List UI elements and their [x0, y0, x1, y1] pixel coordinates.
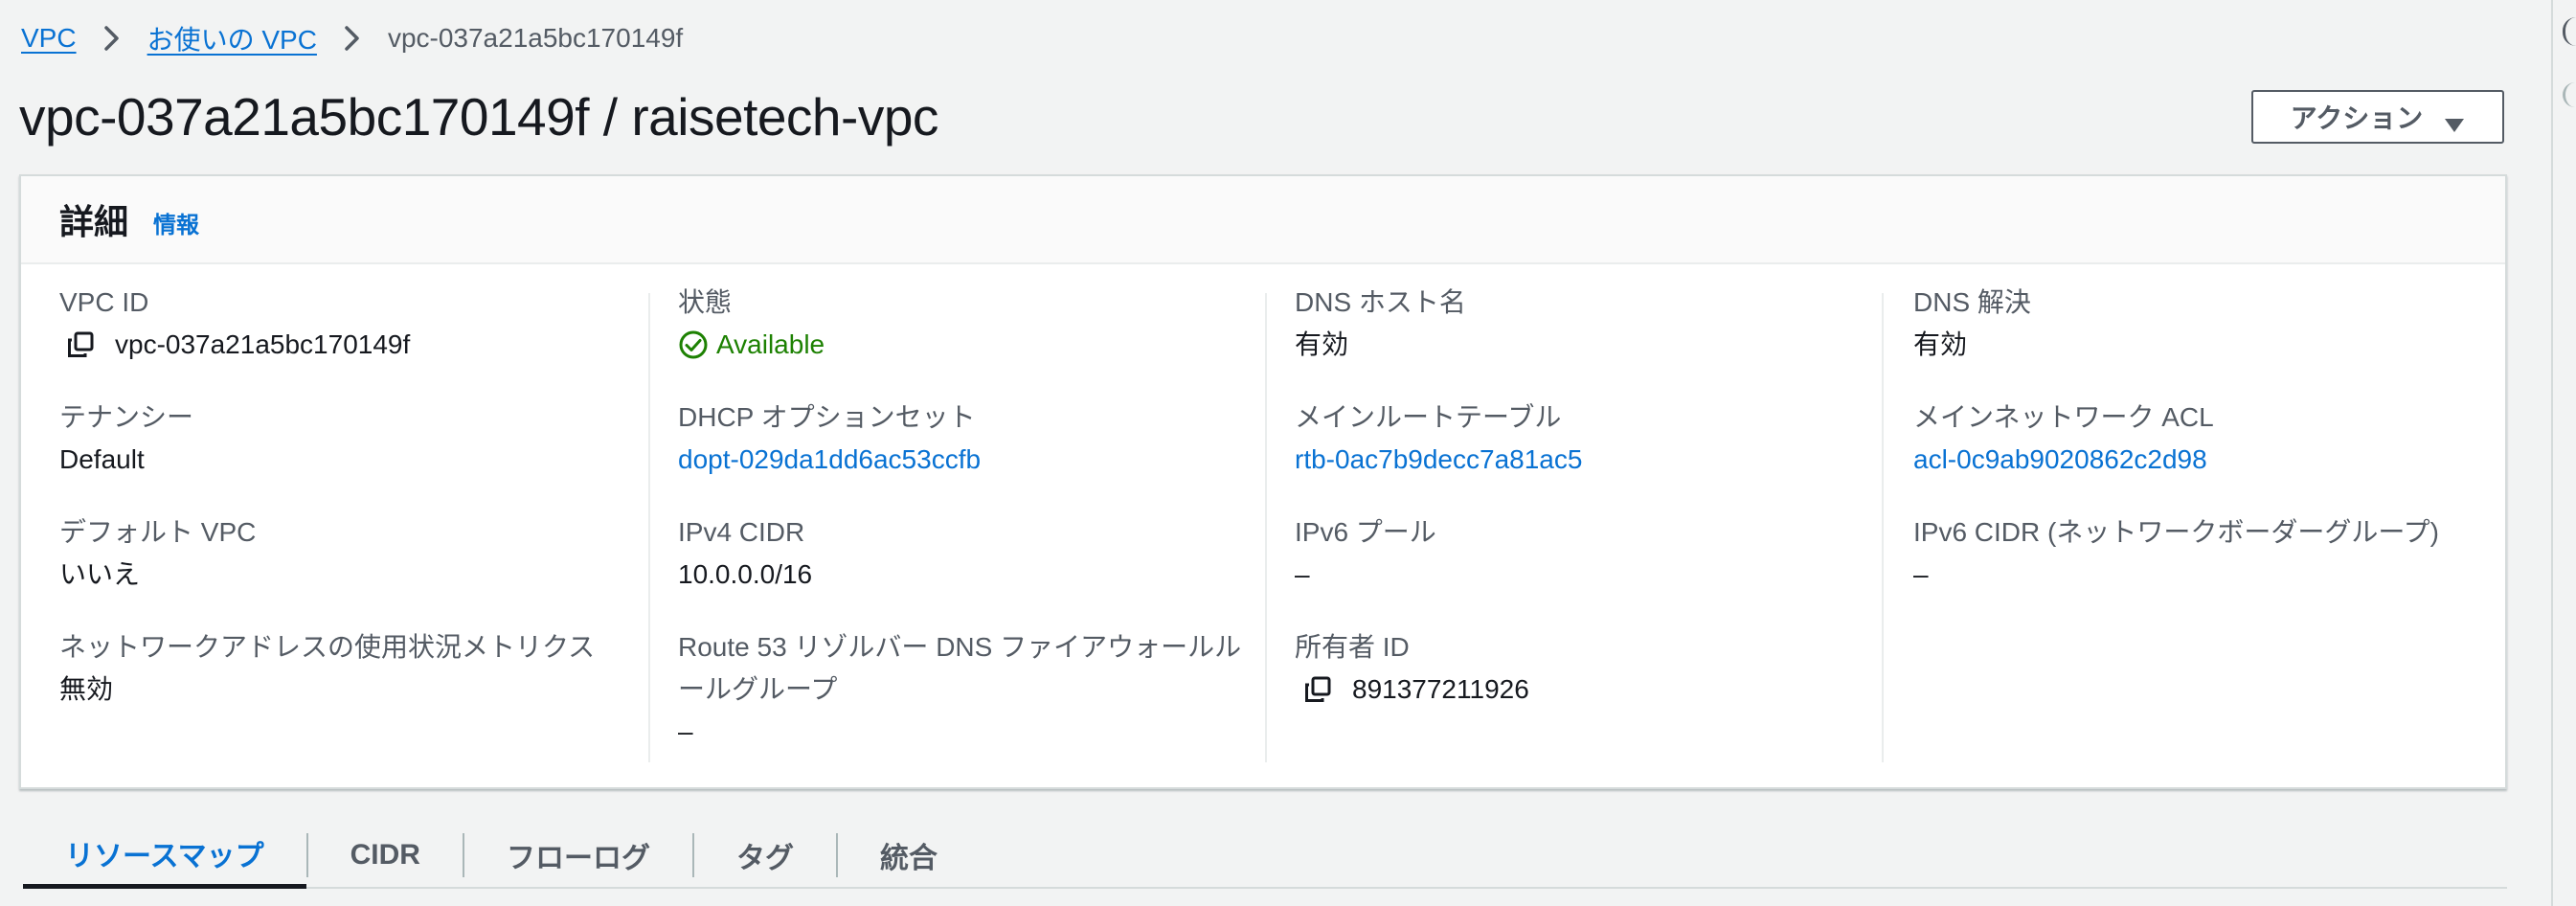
details-column-1: VPC ID vpc-037a21a5bc170149f テナンシー Defau…	[59, 264, 653, 762]
details-title: 詳細	[59, 202, 129, 241]
field-label: 状態	[678, 287, 733, 317]
field-dhcp-option-set: DHCP オプションセット dopt-029da1dd6ac53ccfb	[678, 398, 981, 479]
column-divider	[1882, 293, 1884, 762]
chevron-right-icon	[92, 21, 132, 56]
field-label: DNS ホスト名	[1295, 287, 1466, 317]
field-default-vpc: デフォルト VPC いいえ	[59, 513, 256, 594]
breadcrumb-your-vpcs-link[interactable]: お使いの VPC	[147, 19, 317, 57]
field-label: 所有者 ID	[1295, 632, 1410, 662]
info-link[interactable]: 情報	[153, 206, 199, 239]
column-divider	[648, 293, 650, 762]
field-label: デフォルト VPC	[59, 517, 257, 547]
field-label: IPv6 プール	[1295, 517, 1436, 547]
breadcrumb-current: vpc-037a21a5bc170149f	[387, 23, 684, 53]
field-label: メインネットワーク ACL	[1913, 402, 2214, 432]
check-circle-icon	[678, 329, 709, 360]
side-panel-secondary-icon[interactable]	[2563, 82, 2576, 107]
route53-firewall-value: –	[678, 716, 693, 746]
dns-resolution-value: 有効	[1913, 329, 1968, 359]
field-value-row: Available	[678, 326, 825, 364]
field-ipv6-cidr: IPv6 CIDR (ネットワークボーダーグループ) –	[1913, 513, 2439, 594]
tab-tags[interactable]: タグ	[694, 822, 836, 889]
breadcrumb: VPC お使いの VPC vpc-037a21a5bc170149f	[21, 21, 683, 56]
owner-id-value: 891377211926	[1352, 674, 1529, 704]
field-vpc-id: VPC ID vpc-037a21a5bc170149f	[59, 283, 410, 364]
dhcp-option-set-link[interactable]: dopt-029da1dd6ac53ccfb	[678, 441, 981, 479]
field-dns-hostnames: DNS ホスト名 有効	[1295, 283, 1466, 364]
field-value-row: 891377211926	[1295, 670, 1529, 709]
details-panel: 詳細 情報 VPC ID vpc-037a21a5bc170149f テナンシー…	[19, 174, 2507, 789]
field-route53-resolver-dns-firewall: Route 53 リゾルバー DNS ファイアウォールル ールグループ –	[678, 628, 1241, 751]
state-value: Available	[716, 329, 825, 359]
field-main-network-acl: メインネットワーク ACL acl-0c9ab9020862c2d98	[1913, 398, 2214, 479]
tenancy-value: Default	[59, 444, 145, 474]
tab-resource-map[interactable]: リソースマップ	[23, 822, 306, 889]
field-label-line-1: Route 53 リゾルバー DNS ファイアウォールル	[678, 632, 1242, 662]
field-label: ネットワークアドレスの使用状況メトリクス	[59, 632, 596, 662]
field-label: メインルートテーブル	[1295, 402, 1562, 432]
field-dns-resolution: DNS 解決 有効	[1913, 283, 2031, 364]
caret-down-icon	[2444, 109, 2465, 132]
field-label: DHCP オプションセット	[678, 402, 976, 432]
field-value-row: vpc-037a21a5bc170149f	[59, 326, 410, 364]
tab-integrations[interactable]: 統合	[838, 822, 980, 889]
details-panel-header: 詳細 情報	[21, 176, 2505, 264]
vpc-id-value: vpc-037a21a5bc170149f	[115, 329, 411, 359]
main-route-table-link[interactable]: rtb-0ac7b9decc7a81ac5	[1295, 441, 1582, 479]
field-label: VPC ID	[59, 287, 149, 317]
tab-cidr[interactable]: CIDR	[308, 822, 463, 889]
details-column-4: DNS 解決 有効 メインネットワーク ACL acl-0c9ab9020862…	[1913, 264, 2488, 762]
details-column-3: DNS ホスト名 有効 メインルートテーブル rtb-0ac7b9decc7a8…	[1295, 264, 1888, 762]
breadcrumb-vpc-link[interactable]: VPC	[21, 23, 77, 54]
field-label: DNS 解決	[1913, 287, 2031, 317]
side-panel-border	[2551, 0, 2553, 906]
ipv6-cidr-value: –	[1913, 559, 1929, 589]
default-vpc-value: いいえ	[59, 559, 141, 589]
column-divider	[1265, 293, 1267, 762]
side-panel-toggle-icon[interactable]	[2563, 17, 2576, 46]
field-owner-id: 所有者 ID 891377211926	[1295, 628, 1529, 709]
field-label-line-2: ールグループ	[678, 674, 838, 704]
tab-flow-logs[interactable]: フローログ	[464, 822, 692, 889]
chevron-right-icon	[332, 21, 373, 56]
field-tenancy: テナンシー Default	[59, 398, 193, 479]
details-columns: VPC ID vpc-037a21a5bc170149f テナンシー Defau…	[21, 264, 2505, 762]
copy-icon[interactable]	[1302, 674, 1333, 705]
ipv6-pool-value: –	[1295, 559, 1310, 589]
field-label: IPv6 CIDR (ネットワークボーダーグループ)	[1913, 517, 2439, 547]
actions-button-label: アクション	[2290, 103, 2424, 133]
field-state: 状態 Available	[678, 283, 825, 364]
field-network-address-usage-metrics: ネットワークアドレスの使用状況メトリクス 無効	[59, 628, 595, 709]
field-ipv6-pool: IPv6 プール –	[1295, 513, 1436, 594]
field-ipv4-cidr: IPv4 CIDR 10.0.0.0/16	[678, 513, 812, 594]
copy-icon[interactable]	[65, 329, 96, 360]
main-network-acl-link[interactable]: acl-0c9ab9020862c2d98	[1913, 441, 2214, 479]
field-label: IPv4 CIDR	[678, 517, 805, 547]
field-main-route-table: メインルートテーブル rtb-0ac7b9decc7a81ac5	[1295, 398, 1582, 479]
dns-hostnames-value: 有効	[1295, 329, 1349, 359]
details-column-2: 状態 Available DHCP オプションセット dopt-029da1dd…	[678, 264, 1272, 762]
vpc-details-page: VPC お使いの VPC vpc-037a21a5bc170149f vpc-0…	[0, 0, 2576, 906]
actions-dropdown-button[interactable]: アクション	[2251, 90, 2504, 144]
detail-tabs: リソースマップ CIDR フローログ タグ 統合	[23, 822, 2507, 889]
field-label: テナンシー	[59, 402, 194, 432]
network-address-usage-metrics-value: 無効	[59, 674, 114, 704]
ipv4-cidr-value: 10.0.0.0/16	[678, 559, 813, 589]
page-title: vpc-037a21a5bc170149f / raisetech-vpc	[19, 87, 938, 147]
